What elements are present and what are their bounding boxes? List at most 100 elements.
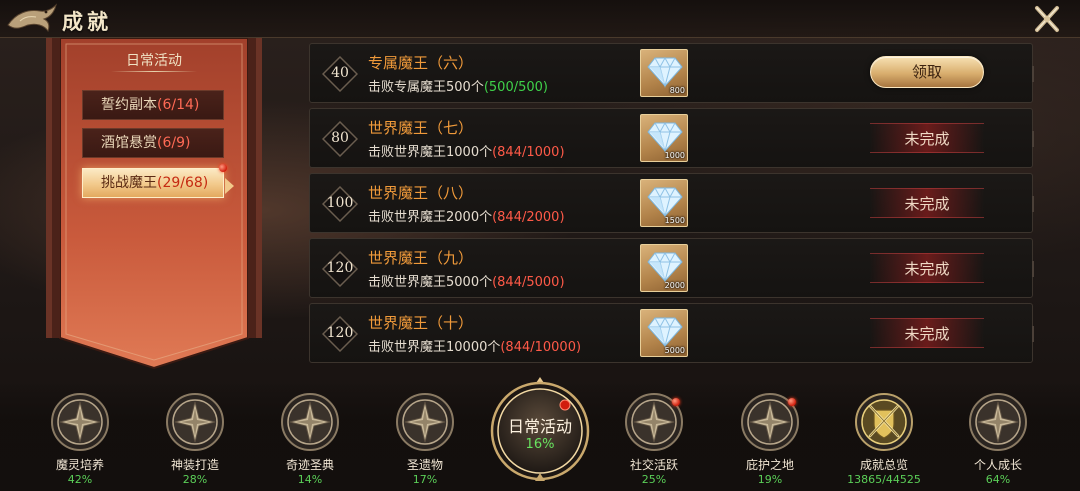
subtab-label: 酒馆悬赏 (101, 135, 157, 151)
incomplete-status: 未完成 (870, 318, 984, 348)
nav-daily-activities[interactable]: 日常活动 16% (488, 375, 592, 485)
points-value: 100 (326, 195, 354, 211)
achievement-progress: (844/1000) (492, 145, 565, 160)
banner-title: 日常活动 (126, 53, 182, 69)
achievement-desc: 击败世界魔王2000个(844/2000) (368, 210, 565, 225)
incomplete-status: 未完成 (870, 188, 984, 218)
reward-item[interactable]: 800 (640, 49, 688, 97)
subtab-count: (29/68) (157, 175, 209, 191)
points-badge: 40 (322, 56, 358, 92)
points-badge: 80 (322, 121, 358, 157)
achievement-progress: (844/5000) (492, 275, 565, 290)
points-value: 120 (326, 325, 354, 341)
points-value: 80 (331, 130, 349, 146)
reward-quantity: 800 (669, 86, 685, 95)
nav-label: 魔灵培养 (55, 458, 104, 472)
subtab-label: 挑战魔王 (101, 175, 157, 191)
nav-label: 成就总览 (859, 458, 908, 472)
subtab-count: (6/14) (157, 97, 200, 113)
dragon-emblem-icon (7, 3, 57, 33)
nav-label: 社交活跃 (629, 458, 678, 472)
nav-spirit-training[interactable]: 魔灵培养 42% (40, 392, 120, 488)
achievement-title: 专属魔王（六） (368, 54, 474, 72)
incomplete-status: 未完成 (870, 123, 984, 153)
nav-percent: 28% (182, 473, 208, 486)
diamond-icon (647, 121, 683, 153)
compass-star-icon (166, 393, 224, 451)
close-icon[interactable] (1030, 4, 1064, 34)
diamond-icon (647, 56, 683, 88)
reward-quantity: 5000 (664, 346, 685, 355)
achievement-row: 100 世界魔王（八） 击败世界魔王2000个(844/2000) 1500 未… (309, 173, 1034, 233)
diamond-icon (647, 316, 683, 348)
achievement-desc: 击败世界魔王10000个(844/10000) (368, 340, 582, 355)
achievement-title: 世界魔王（八） (368, 184, 474, 202)
nav-miracle-codex[interactable]: 奇迹圣典 14% (270, 392, 350, 488)
category-banner: 日常活动 誓约副本(6/14) 酒馆悬赏(6/9) 挑战魔王(29/68) (46, 38, 262, 378)
achievement-row: 120 世界魔王（十） 击败世界魔王10000个(844/10000) 5000… (309, 303, 1034, 363)
nav-label: 日常活动 (507, 417, 572, 436)
nav-label: 个人成长 (973, 458, 1022, 472)
achievement-title: 世界魔王（九） (368, 249, 474, 267)
compass-star-icon (969, 393, 1027, 451)
compass-star-icon (281, 393, 339, 451)
notification-dot (672, 398, 680, 406)
subtab-challenge-demon-king[interactable]: 挑战魔王(29/68) (82, 168, 224, 198)
notification-dot (219, 164, 227, 172)
nav-label: 庇护之地 (745, 458, 794, 472)
reward-item[interactable]: 1500 (640, 179, 688, 227)
notification-dot (788, 398, 796, 406)
compass-star-icon (51, 393, 109, 451)
active-tab-arrow (225, 178, 234, 194)
achievement-progress: (844/10000) (500, 340, 582, 355)
nav-label: 奇迹圣典 (285, 458, 334, 472)
points-badge: 120 (322, 251, 358, 287)
page-title: 成就 (62, 9, 112, 34)
nav-percent: 17% (412, 473, 438, 486)
nav-divine-gear[interactable]: 神装打造 28% (155, 392, 235, 488)
banner-title-divider (111, 71, 197, 72)
nav-label: 圣遗物 (406, 458, 443, 472)
points-value: 40 (331, 65, 349, 81)
reward-quantity: 1500 (664, 216, 685, 225)
points-badge: 100 (322, 186, 358, 222)
subtab-oath-dungeon[interactable]: 誓约副本(6/14) (82, 90, 224, 120)
subtab-label: 誓约副本 (101, 97, 157, 113)
achievement-desc: 击败世界魔王5000个(844/5000) (368, 275, 565, 290)
nav-personal-growth[interactable]: 个人成长 64% (958, 392, 1038, 488)
nav-percent: 13865/44525 (847, 473, 921, 486)
nav-achievement-overview[interactable]: 成就总览 13865/44525 (844, 392, 924, 488)
subtab-count: (6/9) (157, 135, 191, 151)
diamond-icon (647, 186, 683, 218)
nav-percent: 14% (297, 473, 323, 486)
reward-item[interactable]: 5000 (640, 309, 688, 357)
nav-percent: 64% (985, 473, 1011, 486)
nav-percent: 19% (757, 473, 783, 486)
achievement-row: 120 世界魔王（九） 击败世界魔王5000个(844/5000) 2000 未… (309, 238, 1034, 298)
crossed-swords-shield-icon (855, 393, 913, 451)
achievement-row: 80 世界魔王（七） 击败世界魔王1000个(844/1000) 1000 未完… (309, 108, 1034, 168)
nav-label: 神装打造 (170, 458, 219, 472)
nav-social-activity[interactable]: 社交活跃 25% (614, 392, 694, 488)
nav-sanctuary[interactable]: 庇护之地 19% (730, 392, 810, 488)
compass-star-icon (396, 393, 454, 451)
reward-quantity: 1000 (664, 151, 685, 160)
reward-item[interactable]: 1000 (640, 114, 688, 162)
points-badge: 120 (322, 316, 358, 352)
nav-percent: 42% (67, 473, 93, 486)
subtab-tavern-bounty[interactable]: 酒馆悬赏(6/9) (82, 128, 224, 158)
diamond-icon (647, 251, 683, 283)
achievement-row: 40 专属魔王（六） 击败专属魔王500个(500/500) 800 领取 (309, 43, 1034, 103)
incomplete-status: 未完成 (870, 253, 984, 283)
points-value: 120 (326, 260, 354, 276)
achievement-title: 世界魔王（十） (368, 314, 474, 332)
nav-percent: 25% (641, 473, 667, 486)
nav-relics[interactable]: 圣遗物 17% (385, 392, 465, 488)
top-bar: 成就 (0, 0, 1080, 38)
achievement-progress: (844/2000) (492, 210, 565, 225)
achievement-desc: 击败世界魔王1000个(844/1000) (368, 145, 565, 160)
claim-button[interactable]: 领取 (870, 56, 984, 88)
banner-background (46, 38, 262, 370)
reward-item[interactable]: 2000 (640, 244, 688, 292)
achievement-title: 世界魔王（七） (368, 119, 474, 137)
